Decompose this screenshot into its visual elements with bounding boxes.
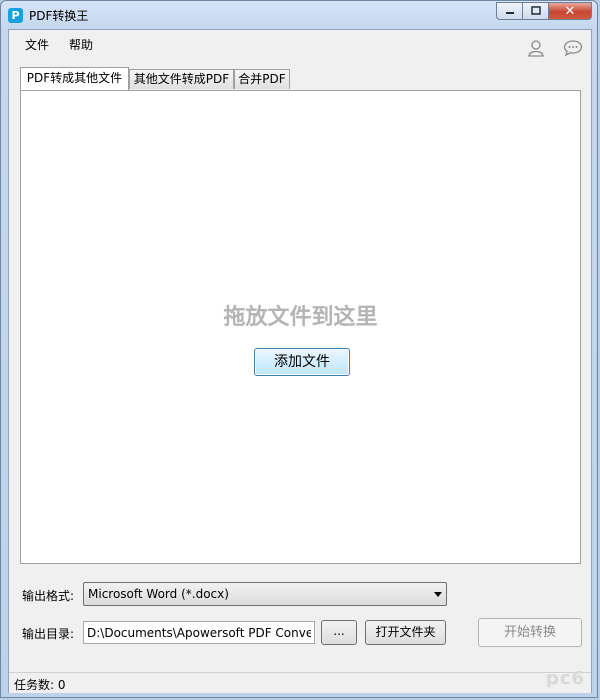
chat-icon[interactable] bbox=[563, 39, 583, 57]
start-convert-button[interactable]: 开始转换 bbox=[478, 618, 582, 647]
maximize-button[interactable] bbox=[522, 2, 548, 20]
window-controls: ✕ bbox=[496, 2, 592, 20]
user-icon[interactable] bbox=[527, 39, 545, 57]
output-format-select[interactable]: Microsoft Word (*.docx) bbox=[83, 582, 447, 606]
close-icon: ✕ bbox=[564, 3, 576, 19]
add-file-button[interactable]: 添加文件 bbox=[254, 348, 350, 376]
title-bar[interactable]: P PDF转换王 ✕ bbox=[1, 1, 597, 29]
minimize-button[interactable] bbox=[496, 2, 522, 20]
output-format-value: Microsoft Word (*.docx) bbox=[88, 587, 229, 601]
close-button[interactable]: ✕ bbox=[548, 2, 592, 20]
tab-merge-pdf[interactable]: 合并PDF bbox=[234, 69, 290, 89]
output-dir-input[interactable] bbox=[83, 621, 315, 644]
maximize-icon bbox=[530, 6, 541, 15]
watermark-logo: pc6 bbox=[545, 668, 585, 689]
menu-help[interactable]: 帮助 bbox=[69, 36, 93, 53]
browse-button[interactable]: ... bbox=[321, 620, 357, 645]
status-bar: 任务数: 0 pc6 bbox=[9, 668, 591, 693]
app-window: P PDF转换王 ✕ 文件 帮助 PDF转成其他文件 其他文件转成PDF 合并P… bbox=[0, 0, 598, 698]
chevron-down-icon bbox=[434, 592, 442, 597]
output-dir-label: 输出目录: bbox=[22, 627, 75, 641]
output-format-label: 输出格式: bbox=[22, 589, 75, 603]
open-folder-button[interactable]: 打开文件夹 bbox=[365, 620, 446, 645]
minimize-icon bbox=[505, 12, 514, 14]
menu-file[interactable]: 文件 bbox=[25, 36, 49, 53]
menu-bar: 文件 帮助 bbox=[9, 30, 591, 57]
window-title: PDF转换王 bbox=[29, 9, 89, 23]
task-count: 任务数: 0 bbox=[14, 678, 66, 692]
client-area: 文件 帮助 PDF转成其他文件 其他文件转成PDF 合并PDF 拖放文件到这里 … bbox=[8, 29, 592, 693]
app-logo-icon: P bbox=[8, 8, 23, 23]
drop-hint-text: 拖放文件到这里 bbox=[223, 305, 378, 330]
drop-zone[interactable]: 拖放文件到这里 添加文件 bbox=[20, 90, 581, 564]
tab-other-to-pdf[interactable]: 其他文件转成PDF bbox=[129, 69, 234, 89]
tab-pdf-to-other[interactable]: PDF转成其他文件 bbox=[20, 67, 129, 90]
